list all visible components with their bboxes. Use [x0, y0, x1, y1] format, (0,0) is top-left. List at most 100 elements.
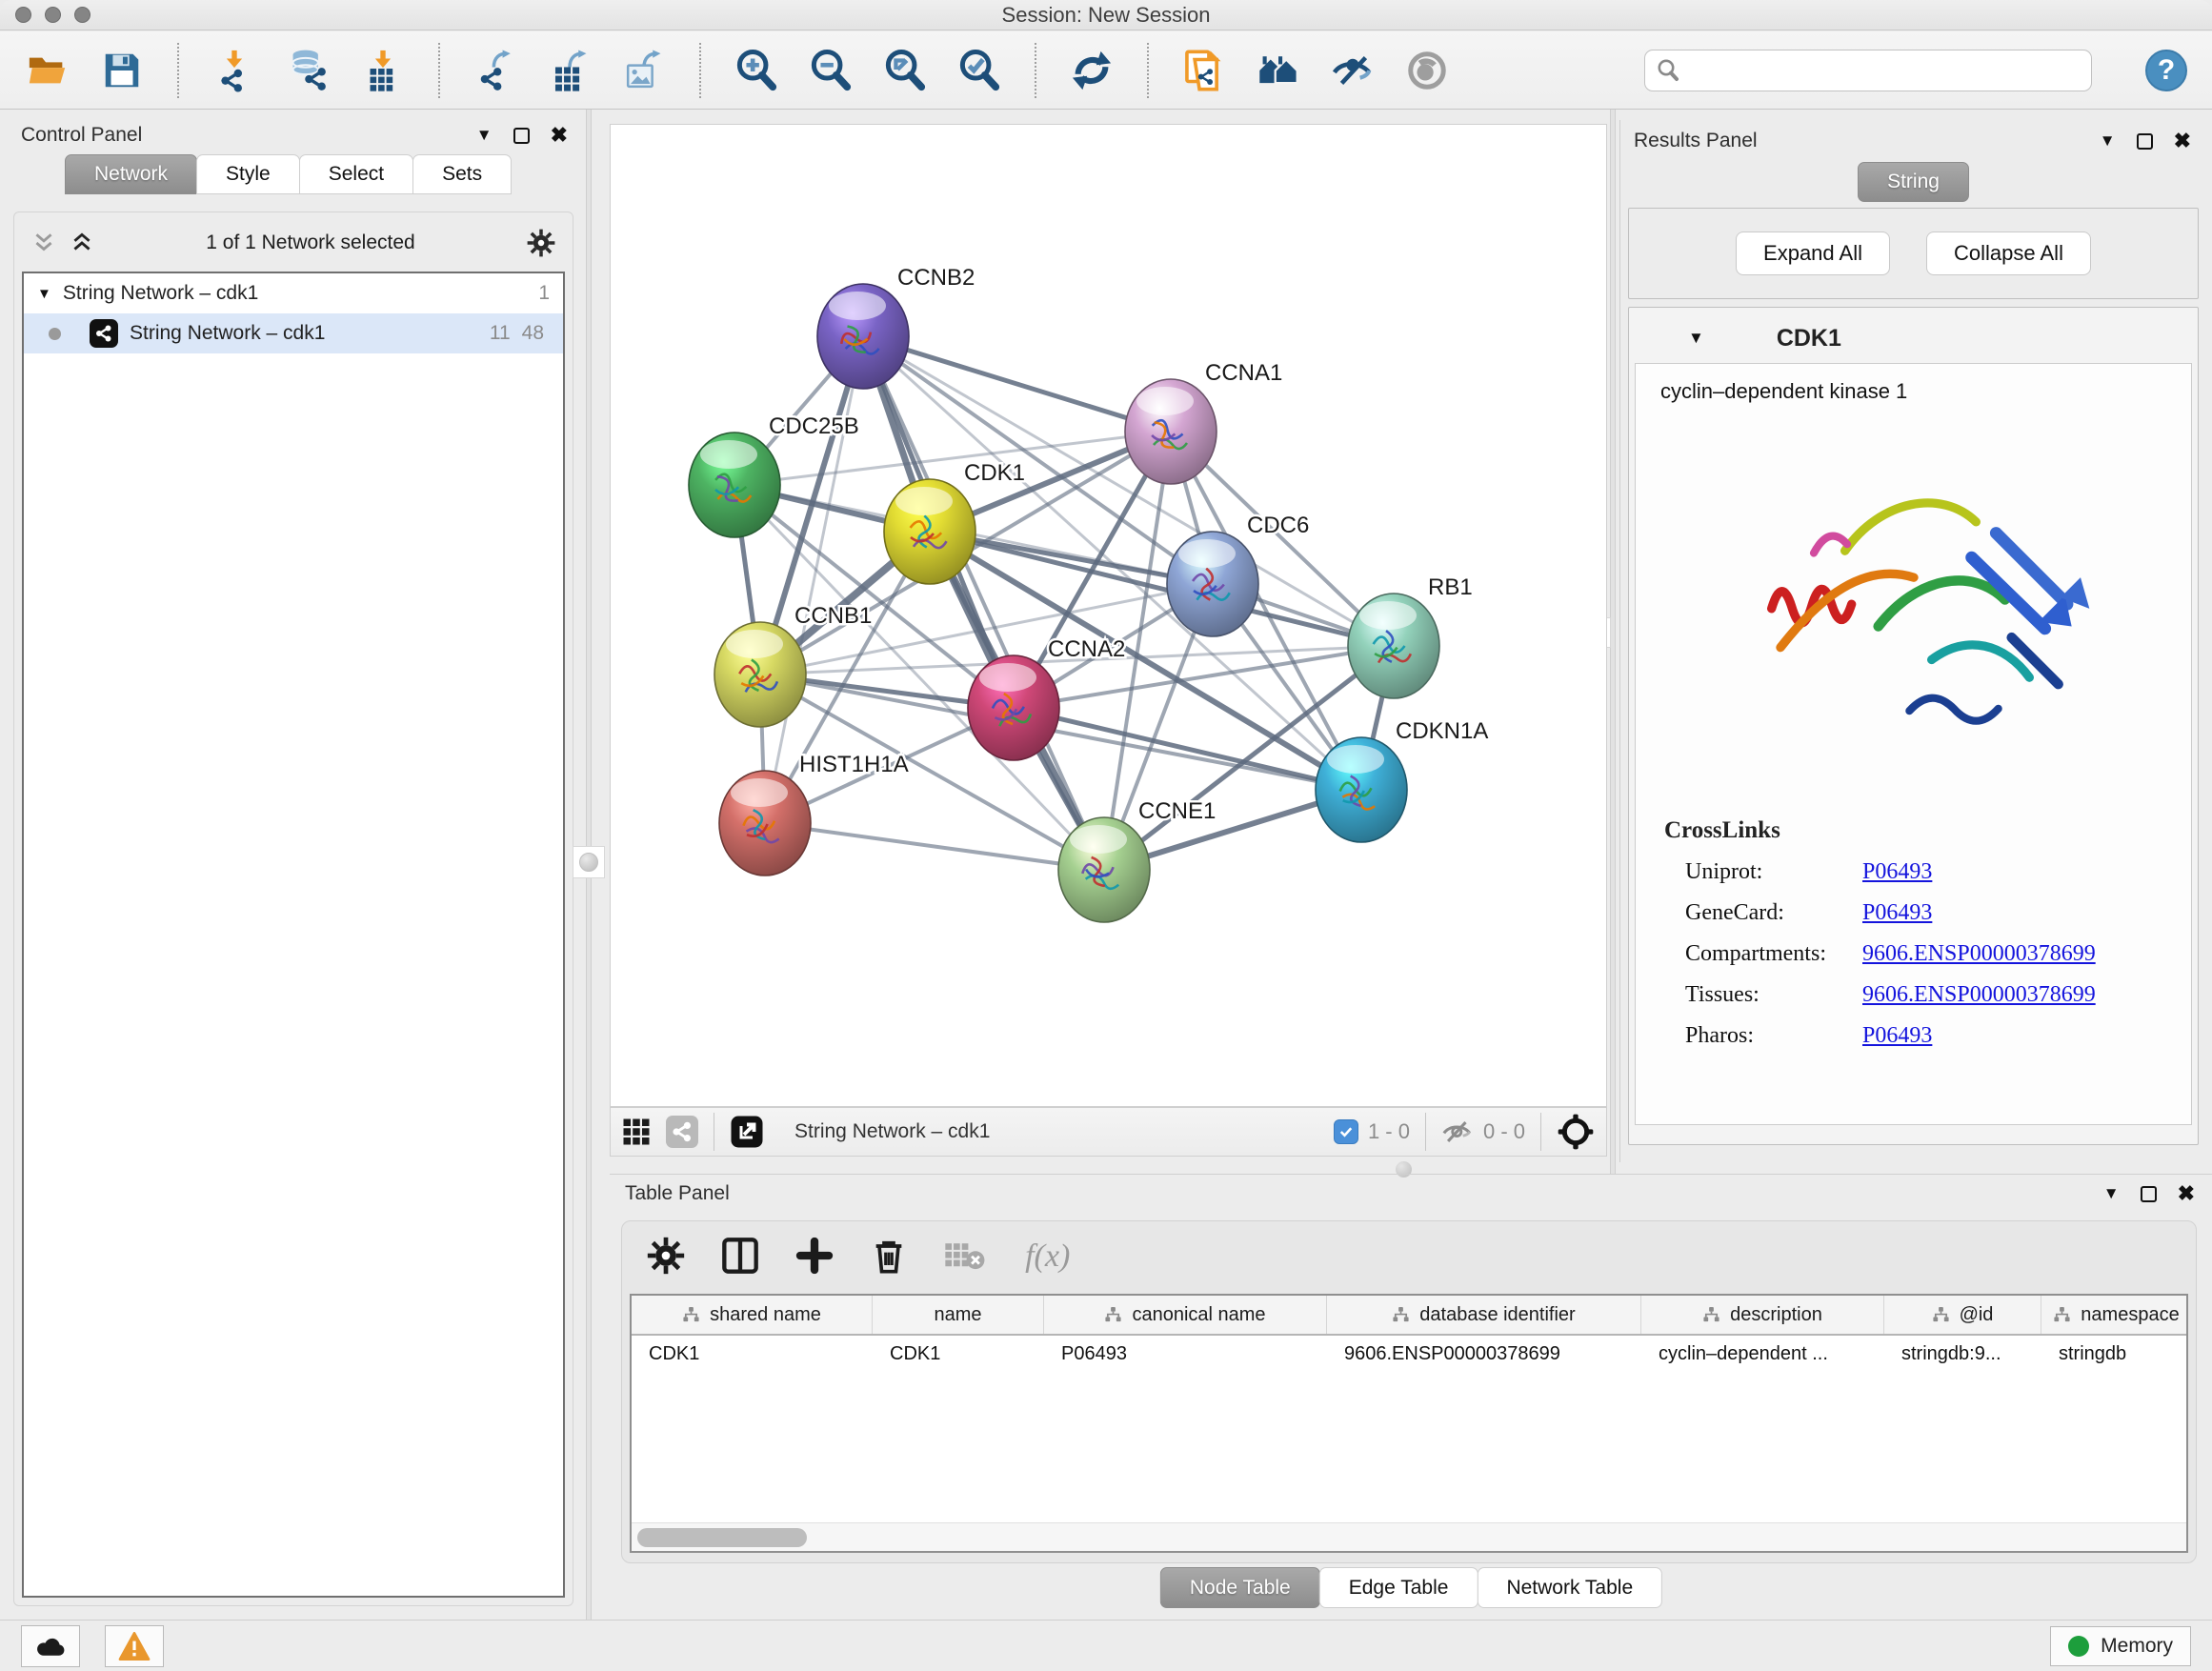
- panel-menu-icon[interactable]: ▼: [2103, 1184, 2120, 1203]
- export-network-icon[interactable]: [473, 48, 518, 93]
- table-row[interactable]: CDK1CDK1P064939606.ENSP00000378699cyclin…: [632, 1336, 2186, 1376]
- memory-button[interactable]: Memory: [2050, 1626, 2191, 1666]
- network-node-CDKN1A[interactable]: CDKN1A: [1316, 718, 1488, 842]
- network-edge[interactable]: [765, 336, 863, 823]
- table-options-gear-icon[interactable]: [647, 1237, 685, 1275]
- collapse-all-chevrons-icon[interactable]: [31, 231, 56, 255]
- float-panel-icon[interactable]: [513, 128, 530, 144]
- tab-network[interactable]: Network: [65, 154, 197, 194]
- open-session-icon[interactable]: [25, 48, 70, 93]
- show-columns-icon[interactable]: [721, 1237, 759, 1275]
- expand-all-button[interactable]: Expand All: [1736, 232, 1890, 275]
- collapse-all-button[interactable]: Collapse All: [1926, 232, 2091, 275]
- tab-select[interactable]: Select: [299, 154, 413, 194]
- clone-network-icon[interactable]: [1181, 48, 1227, 93]
- search-icon: [1657, 59, 1679, 82]
- warnings-button[interactable]: [105, 1625, 164, 1667]
- close-panel-icon[interactable]: ✖: [2174, 131, 2191, 151]
- network-edge[interactable]: [863, 336, 1104, 870]
- scrollbar-thumb[interactable]: [637, 1528, 807, 1547]
- column-header[interactable]: namespace: [2041, 1296, 2188, 1334]
- float-panel-icon[interactable]: [2137, 133, 2153, 150]
- zoom-fit-icon[interactable]: [882, 48, 928, 93]
- panel-menu-icon[interactable]: ▼: [2100, 131, 2116, 151]
- table-cell[interactable]: CDK1: [873, 1336, 1044, 1376]
- crosslink-uniprot-link[interactable]: P06493: [1862, 859, 1932, 885]
- apply-layout-icon[interactable]: [1069, 48, 1115, 93]
- delete-table-icon[interactable]: [944, 1237, 986, 1275]
- table-cell[interactable]: P06493: [1044, 1336, 1327, 1376]
- show-panel-icon[interactable]: [1404, 48, 1450, 93]
- network-row-selected[interactable]: String Network – cdk1 11 48: [24, 313, 563, 353]
- save-session-icon[interactable]: [99, 48, 145, 93]
- manage-networks-icon[interactable]: [1256, 48, 1301, 93]
- network-node-RB1[interactable]: RB1: [1348, 574, 1473, 698]
- birds-eye-view-icon[interactable]: [1557, 1113, 1595, 1151]
- network-graph[interactable]: CCNB2CCNA1CDC25BCDK1CDC6RB1CCNB1CCNA2CDK…: [611, 125, 1606, 1106]
- table-cell[interactable]: CDK1: [632, 1336, 873, 1376]
- grid-view-icon[interactable]: [622, 1117, 651, 1146]
- network-options-gear-icon[interactable]: [527, 229, 555, 257]
- network-node-CDK1[interactable]: CDK1: [884, 460, 1025, 584]
- panel-menu-icon[interactable]: ▼: [476, 126, 493, 145]
- export-image-icon[interactable]: [621, 48, 667, 93]
- close-panel-icon[interactable]: ✖: [551, 125, 568, 146]
- crosslink-pharos-link[interactable]: P06493: [1862, 1023, 1932, 1049]
- table-cell[interactable]: 9606.ENSP00000378699: [1327, 1336, 1641, 1376]
- help-button[interactable]: ?: [2145, 50, 2187, 91]
- network-node-CCNA1[interactable]: CCNA1: [1125, 360, 1282, 484]
- network-collection-row[interactable]: ▼ String Network – cdk1 1: [24, 273, 563, 313]
- export-table-icon[interactable]: [547, 48, 593, 93]
- import-table-from-file-icon[interactable]: [360, 48, 406, 93]
- entry-collapse-icon[interactable]: ▼: [1688, 329, 1704, 348]
- column-header[interactable]: database identifier: [1327, 1296, 1641, 1334]
- function-builder-icon[interactable]: f(x): [1022, 1237, 1081, 1275]
- column-network-icon: [1392, 1306, 1410, 1324]
- float-panel-icon[interactable]: [2141, 1186, 2157, 1202]
- network-node-HIST1H1A[interactable]: HIST1H1A: [719, 752, 909, 876]
- network-view-canvas[interactable]: CCNB2CCNA1CDC25BCDK1CDC6RB1CCNB1CCNA2CDK…: [610, 124, 1607, 1107]
- import-network-from-file-icon[interactable]: [211, 48, 257, 93]
- delete-column-icon[interactable]: [870, 1237, 908, 1275]
- search-input[interactable]: [1687, 59, 2080, 81]
- zoom-out-icon[interactable]: [808, 48, 854, 93]
- zoom-in-icon[interactable]: [734, 48, 779, 93]
- network-edge[interactable]: [765, 823, 1104, 870]
- network-edge[interactable]: [863, 336, 1171, 432]
- column-header[interactable]: canonical name: [1044, 1296, 1327, 1334]
- hide-panel-icon[interactable]: [1330, 48, 1376, 93]
- zoom-selected-icon[interactable]: [956, 48, 1002, 93]
- column-header[interactable]: description: [1641, 1296, 1884, 1334]
- crosslink-genecard-link[interactable]: P06493: [1862, 900, 1932, 926]
- create-column-icon[interactable]: [795, 1237, 834, 1275]
- tab-sets[interactable]: Sets: [412, 154, 512, 194]
- tab-string[interactable]: String: [1858, 162, 1969, 202]
- table-header-row: shared namenamecanonical namedatabase id…: [632, 1296, 2186, 1336]
- expand-all-chevrons-icon[interactable]: [70, 231, 94, 255]
- close-panel-icon[interactable]: ✖: [2178, 1183, 2195, 1204]
- tab-node-table[interactable]: Node Table: [1160, 1567, 1320, 1608]
- search-box[interactable]: [1644, 50, 2092, 91]
- column-header[interactable]: name: [873, 1296, 1044, 1334]
- column-header[interactable]: shared name: [632, 1296, 873, 1334]
- column-header[interactable]: @id: [1884, 1296, 2041, 1334]
- network-type-icon: [90, 319, 118, 348]
- import-network-from-database-icon[interactable]: [286, 48, 332, 93]
- network-node-CCNB2[interactable]: CCNB2: [817, 265, 975, 389]
- tab-style[interactable]: Style: [196, 154, 300, 194]
- table-cell[interactable]: stringdb:9...: [1884, 1336, 2041, 1376]
- tab-network-table[interactable]: Network Table: [1477, 1567, 1662, 1608]
- network-name: String Network – cdk1: [130, 322, 325, 345]
- crosslink-compartments-link[interactable]: 9606.ENSP00000378699: [1862, 941, 2096, 967]
- open-in-new-window-icon[interactable]: [730, 1115, 764, 1149]
- table-cell[interactable]: cyclin–dependent ...: [1641, 1336, 1884, 1376]
- crosslink-tissues-link[interactable]: 9606.ENSP00000378699: [1862, 982, 2096, 1008]
- cloud-services-button[interactable]: [21, 1625, 80, 1667]
- collection-expand-icon[interactable]: ▼: [37, 286, 51, 302]
- network-node-CCNB1[interactable]: CCNB1: [714, 603, 872, 727]
- left-splitter-handle[interactable]: [573, 846, 605, 878]
- table-horizontal-scrollbar[interactable]: [632, 1522, 2186, 1551]
- tab-edge-table[interactable]: Edge Table: [1319, 1567, 1478, 1608]
- table-cell[interactable]: stringdb: [2041, 1336, 2188, 1376]
- selected-nodes-checkbox[interactable]: [1334, 1119, 1358, 1144]
